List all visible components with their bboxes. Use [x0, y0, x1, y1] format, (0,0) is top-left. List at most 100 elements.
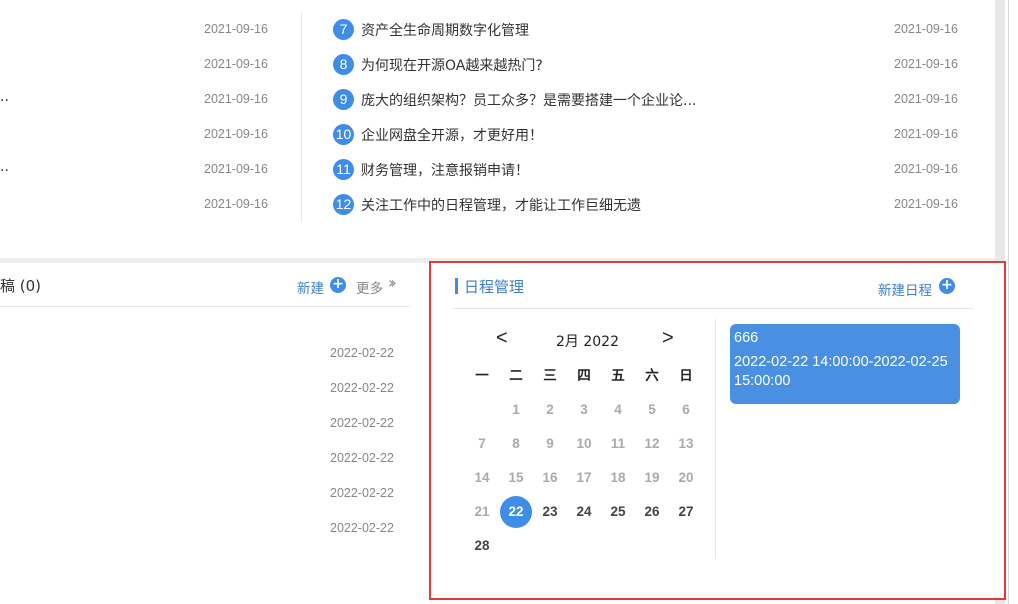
- news-title[interactable]: 庞大的组织架构？员工众多？是需要搭建一个企业论...: [361, 90, 696, 110]
- item-date: 2022-02-22: [330, 346, 394, 360]
- panel-title: 稿 (0): [0, 277, 42, 295]
- calendar-day[interactable]: 15: [499, 461, 533, 495]
- list-item[interactable]: 2022-02-22: [0, 336, 410, 371]
- rank-badge: 11: [333, 159, 354, 180]
- list-item[interactable]: 2022-02-22: [0, 511, 410, 546]
- list-item[interactable]: 2022-02-22: [0, 406, 410, 441]
- calendar-day[interactable]: 10: [567, 427, 601, 461]
- list-item[interactable]: 11 财务管理，注意报销申请！ 2021-09-16: [330, 152, 970, 187]
- new-schedule-button[interactable]: 新建日程: [878, 279, 932, 299]
- next-month-button[interactable]: >: [662, 327, 674, 350]
- calendar-day[interactable]: 21: [465, 495, 499, 529]
- news-panel: 2021-09-16 2021-09-16 .. 2021-09-16 2021…: [0, 0, 995, 258]
- rank-badge: 8: [333, 54, 354, 75]
- list-item[interactable]: 2021-09-16: [0, 187, 301, 222]
- news-date: 2021-09-16: [894, 57, 958, 71]
- new-button[interactable]: 新建: [297, 277, 324, 297]
- news-date: 2021-09-16: [204, 162, 268, 176]
- title-accent-bar: [455, 278, 458, 294]
- calendar-day[interactable]: 8: [499, 427, 533, 461]
- calendar-day[interactable]: 3: [567, 393, 601, 427]
- news-title[interactable]: 财务管理，注意报销申请！: [361, 160, 529, 180]
- weekday-header: 四: [577, 368, 591, 383]
- weekday-header: 一: [475, 368, 489, 383]
- news-title[interactable]: ..: [0, 89, 9, 105]
- calendar-day[interactable]: 2: [533, 393, 567, 427]
- calendar-day[interactable]: 25: [601, 495, 635, 529]
- news-date: 2021-09-16: [894, 92, 958, 106]
- double-chevron-right-icon[interactable]: ››: [388, 273, 397, 292]
- calendar-day[interactable]: 23: [533, 495, 567, 529]
- list-item[interactable]: 2021-09-16: [0, 47, 301, 82]
- news-title[interactable]: 企业网盘全开源，才更好用！: [361, 125, 543, 145]
- weekday-header: 五: [611, 368, 625, 383]
- news-title[interactable]: ..: [0, 159, 9, 175]
- list-item[interactable]: 2022-02-22: [0, 441, 410, 476]
- rank-badge: 7: [333, 19, 354, 40]
- weekday-header: 六: [645, 368, 659, 383]
- calendar-day[interactable]: 27: [669, 495, 703, 529]
- column-divider: [301, 12, 302, 222]
- calendar-day[interactable]: 19: [635, 461, 669, 495]
- news-date: 2021-09-16: [894, 197, 958, 211]
- calendar-day[interactable]: 9: [533, 427, 567, 461]
- news-date: 2021-09-16: [204, 57, 268, 71]
- calendar-day[interactable]: 24: [567, 495, 601, 529]
- plus-icon[interactable]: +: [330, 277, 346, 293]
- calendar-day[interactable]: 17: [567, 461, 601, 495]
- list-item[interactable]: 10 企业网盘全开源，才更好用！ 2021-09-16: [330, 117, 970, 152]
- news-title[interactable]: 为何现在开源OA越来越热门?: [361, 55, 543, 75]
- list-item[interactable]: 9 庞大的组织架构？员工众多？是需要搭建一个企业论... 2021-09-16: [330, 82, 970, 117]
- calendar-day[interactable]: 16: [533, 461, 567, 495]
- calendar-day[interactable]: 18: [601, 461, 635, 495]
- list-item[interactable]: 2021-09-16: [0, 117, 301, 152]
- list-item[interactable]: 8 为何现在开源OA越来越热门? 2021-09-16: [330, 47, 970, 82]
- news-date: 2021-09-16: [894, 22, 958, 36]
- weekday-header: 二: [509, 368, 523, 383]
- list-item[interactable]: 2022-02-22: [0, 371, 410, 406]
- news-list-left: 2021-09-16 2021-09-16 .. 2021-09-16 2021…: [0, 12, 301, 222]
- calendar-day[interactable]: 4: [601, 393, 635, 427]
- event-name: 666: [734, 330, 759, 346]
- calendar-day[interactable]: 12: [635, 427, 669, 461]
- item-date: 2022-02-22: [330, 381, 394, 395]
- event-card[interactable]: 666 2022-02-22 14:00:00-2022-02-25 15:00…: [730, 324, 960, 404]
- item-date: 2022-02-22: [330, 486, 394, 500]
- rank-badge: 12: [333, 194, 354, 215]
- calendar-day-today[interactable]: 22: [499, 495, 533, 529]
- list-item[interactable]: .. 2021-09-16: [0, 82, 301, 117]
- prev-month-button[interactable]: <: [496, 327, 508, 350]
- calendar-day[interactable]: 26: [635, 495, 669, 529]
- rank-badge: 9: [333, 89, 354, 110]
- calendar-day[interactable]: 6: [669, 393, 703, 427]
- calendar-day[interactable]: 20: [669, 461, 703, 495]
- plus-icon[interactable]: +: [939, 278, 955, 294]
- calendar-day[interactable]: 11: [601, 427, 635, 461]
- news-title[interactable]: 资产全生命周期数字化管理: [361, 20, 529, 40]
- rank-badge: 10: [333, 124, 354, 145]
- news-date: 2021-09-16: [204, 22, 268, 36]
- calendar-day[interactable]: 5: [635, 393, 669, 427]
- event-time: 2022-02-22 14:00:00-2022-02-25 15:00:00: [734, 354, 948, 389]
- weekday-header: 三: [543, 368, 557, 383]
- drafts-list: 2022-02-22 2022-02-22 2022-02-22 2022-02…: [0, 336, 410, 546]
- calendar-day[interactable]: 13: [669, 427, 703, 461]
- list-item[interactable]: 2021-09-16: [0, 12, 301, 47]
- more-link[interactable]: 更多: [356, 277, 383, 297]
- panel-title: 日程管理: [464, 278, 525, 296]
- news-date: 2021-09-16: [894, 127, 958, 141]
- calendar-divider: [715, 319, 716, 559]
- list-item[interactable]: 7 资产全生命周期数字化管理 2021-09-16: [330, 12, 970, 47]
- calendar-month-label: 2月 2022: [556, 334, 619, 350]
- scrollbar-edge: [1008, 0, 1009, 604]
- list-item[interactable]: 2022-02-22: [0, 476, 410, 511]
- calendar-day[interactable]: 28: [465, 529, 499, 563]
- list-item[interactable]: .. 2021-09-16: [0, 152, 301, 187]
- schedule-panel: 日程管理 新建日程 + < 2月 2022 > 一二三四五六日123456789…: [429, 261, 1006, 600]
- calendar-day[interactable]: 7: [465, 427, 499, 461]
- news-title[interactable]: 关注工作中的日程管理，才能让工作巨细无遗: [361, 195, 641, 215]
- list-item[interactable]: 12 关注工作中的日程管理，才能让工作巨细无遗 2021-09-16: [330, 187, 970, 222]
- item-date: 2022-02-22: [330, 451, 394, 465]
- calendar-day[interactable]: 1: [499, 393, 533, 427]
- calendar-day[interactable]: 14: [465, 461, 499, 495]
